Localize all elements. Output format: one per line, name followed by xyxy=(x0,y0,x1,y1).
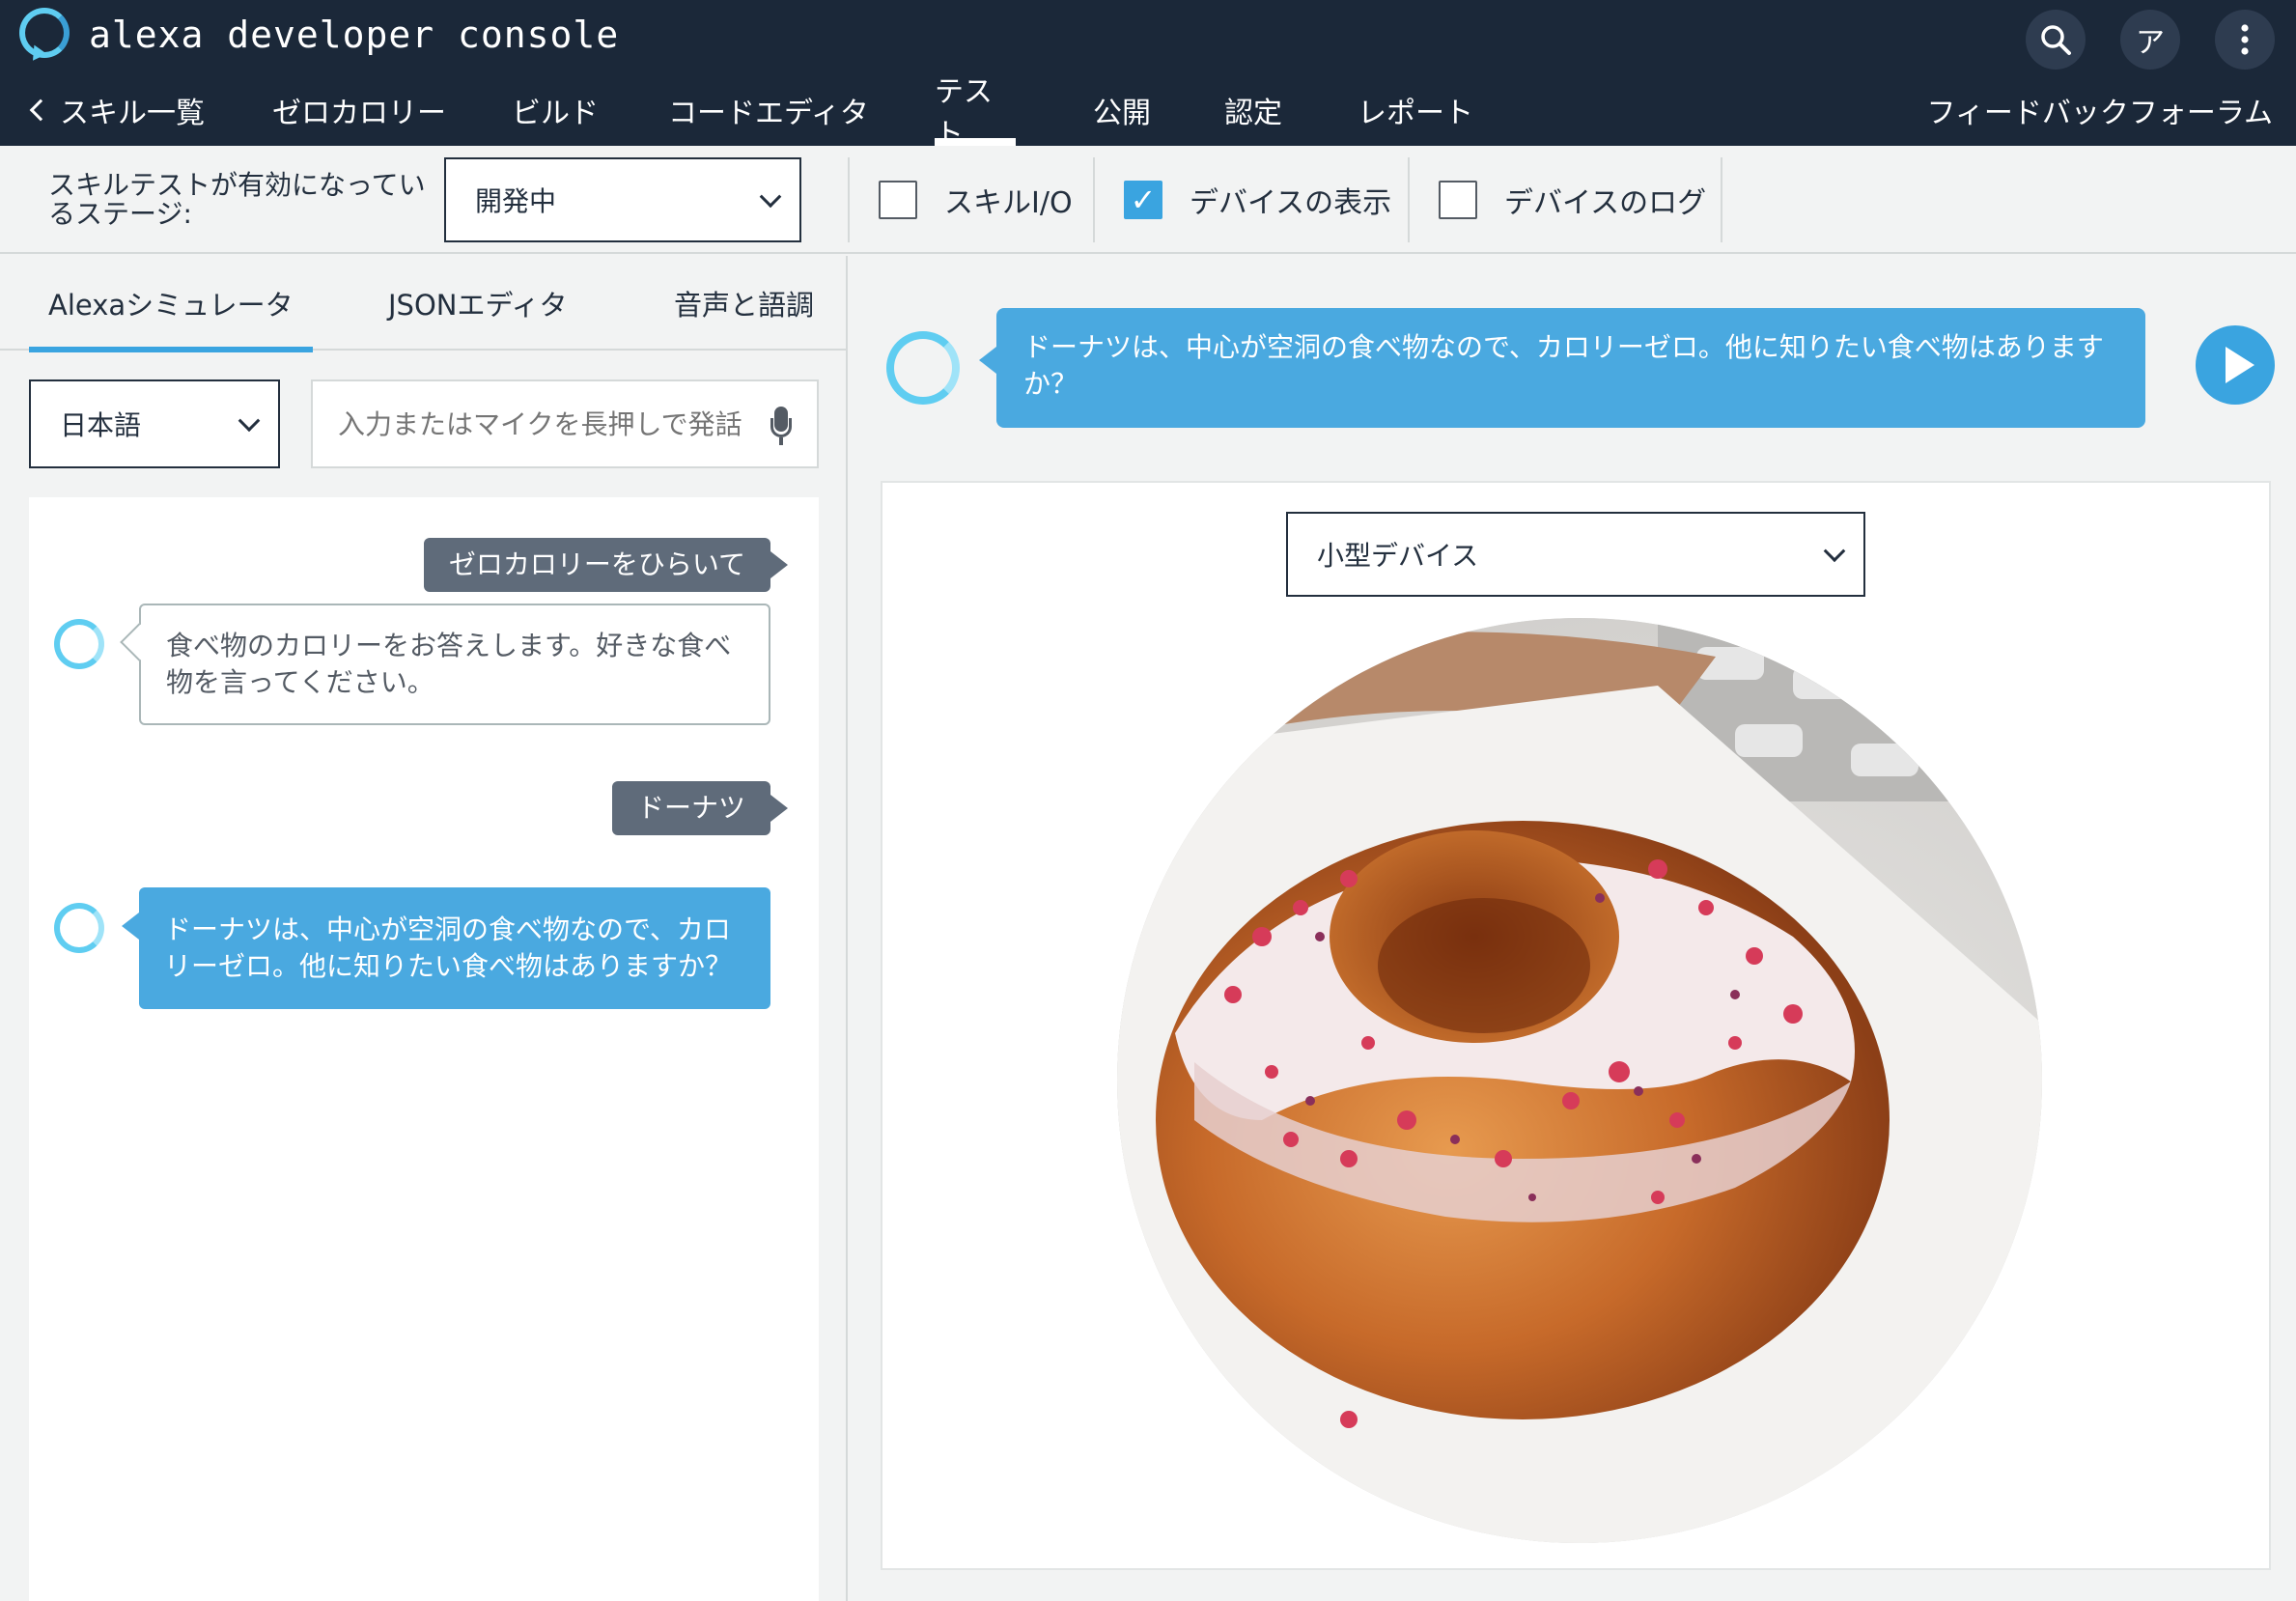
tab-label: Alexaシミュレータ xyxy=(48,289,294,322)
chevron-down-icon xyxy=(238,409,261,433)
nav-label: ゼロカロリー xyxy=(272,96,446,130)
nav-certification[interactable]: 認定 xyxy=(1224,73,1282,146)
device-select-value: 小型デバイス xyxy=(1317,540,1479,572)
device-display-panel: ドーナツは、中心が空洞の食べ物なので、カロリーゼロ。他に知りたい食べ物はあります… xyxy=(850,256,2296,1601)
stage-select-value: 開発中 xyxy=(475,185,557,217)
checkbox-device-log[interactable]: デバイスのログ xyxy=(1439,146,1706,254)
tab-label: JSONエディタ xyxy=(388,289,568,322)
alexa-avatar-icon xyxy=(54,903,104,953)
device-select[interactable]: 小型デバイス xyxy=(1286,512,1865,597)
simulator-panel: Alexaシミュレータ JSONエディタ 音声と語調 日本語 ゼロカロリーをひら… xyxy=(0,256,848,1601)
tab-json-editor[interactable]: JSONエディタ xyxy=(388,256,567,351)
stage-select[interactable]: 開発中 xyxy=(444,157,801,242)
checkbox-label: スキルI/O xyxy=(944,186,1073,220)
search-icon[interactable] xyxy=(2026,10,2086,70)
nav-label: 公開 xyxy=(1093,96,1151,130)
tab-label: 音声と語調 xyxy=(674,289,815,322)
checkbox-label: デバイスの表示 xyxy=(1190,186,1392,220)
alexa-response-bubble: ドーナツは、中心が空洞の食べ物なので、カロリーゼロ。他に知りたい食べ物はあります… xyxy=(979,308,2145,428)
alexa-logo-icon xyxy=(19,8,70,58)
microphone-icon[interactable] xyxy=(770,407,792,445)
message-text: ゼロカロリーをひらいて xyxy=(448,548,745,580)
chevron-down-icon xyxy=(759,185,782,209)
nav-build[interactable]: ビルド xyxy=(512,73,599,146)
alexa-avatar-icon xyxy=(54,619,104,669)
chevron-down-icon xyxy=(1823,540,1846,563)
checkbox-skill-io[interactable]: スキルI/O xyxy=(879,146,1073,254)
utterance-input-box[interactable] xyxy=(311,379,819,468)
tab-alexa-simulator[interactable]: Alexaシミュレータ xyxy=(29,256,313,352)
main-nav: スキル一覧 ゼロカロリー ビルド コードエディタ テスト 公開 認定 レポート … xyxy=(0,73,2296,152)
user-message: ゼロカロリーをひらいて xyxy=(423,538,770,592)
nav-label: ビルド xyxy=(512,96,599,130)
nav-skill-list[interactable]: スキル一覧 xyxy=(29,73,205,146)
language-select[interactable]: 日本語 xyxy=(29,379,280,468)
app-title: alexa developer console xyxy=(89,14,620,56)
simulator-tabs: Alexaシミュレータ JSONエディタ 音声と語調 xyxy=(0,256,848,352)
chevron-left-icon xyxy=(29,98,52,121)
divider xyxy=(1093,157,1095,242)
message-text: ドーナツ xyxy=(636,792,745,824)
device-screen: 小型デバイス xyxy=(881,481,2271,1570)
donut-image xyxy=(1117,618,2042,1543)
test-toolbar: スキルテストが有効になっているステージ: 開発中 スキルI/O ✓ デバイスの表… xyxy=(0,146,2296,254)
response-text: ドーナツは、中心が空洞の食べ物なので、カロリーゼロ。他に知りたい食べ物はあります… xyxy=(1023,331,2104,400)
message-text: ドーナツは、中心が空洞の食べ物なので、カロリーゼロ。他に知りたい食べ物はあります… xyxy=(164,913,733,982)
divider xyxy=(848,157,850,242)
nav-label: テスト xyxy=(935,74,993,152)
message-text: 食べ物のカロリーをお答えします。好きな食べ物を言ってください。 xyxy=(166,630,732,698)
nav-skill-name[interactable]: ゼロカロリー xyxy=(272,73,446,146)
donut-photo xyxy=(1117,618,2042,1543)
alexa-message: 食べ物のカロリーをお答えします。好きな食べ物を言ってください。 xyxy=(139,604,770,725)
nav-label: 認定 xyxy=(1224,96,1282,130)
nav-code-editor[interactable]: コードエディタ xyxy=(668,73,869,146)
language-value: 日本語 xyxy=(60,409,142,441)
nav-label: レポート xyxy=(1358,96,1473,130)
header-actions: ア xyxy=(2026,10,2275,70)
checkbox-box[interactable] xyxy=(879,181,917,219)
avatar-icon[interactable]: ア xyxy=(2120,10,2180,70)
tab-voice-tone[interactable]: 音声と語調 xyxy=(674,256,814,351)
top-header: alexa developer console ア スキル一覧 ゼロカロリー ビ… xyxy=(0,0,2296,152)
checkbox-label: デバイスのログ xyxy=(1504,186,1707,220)
checkbox-box[interactable] xyxy=(1439,181,1477,219)
feedback-forum-link[interactable]: フィードバックフォーラム xyxy=(1927,73,2274,146)
more-vertical-icon[interactable] xyxy=(2215,10,2275,70)
nav-label: スキル一覧 xyxy=(60,96,205,130)
nav-label: コードエディタ xyxy=(668,96,869,130)
utterance-input[interactable] xyxy=(338,407,743,440)
check-icon[interactable]: ✓ xyxy=(1124,181,1162,219)
nav-report[interactable]: レポート xyxy=(1358,73,1473,146)
alexa-avatar-icon xyxy=(886,331,960,405)
divider xyxy=(1408,157,1410,242)
alexa-message-latest: ドーナツは、中心が空洞の食べ物なので、カロリーゼロ。他に知りたい食べ物はあります… xyxy=(122,887,770,1009)
chat-transcript: ゼロカロリーをひらいて 食べ物のカロリーをお答えします。好きな食べ物を言ってくだ… xyxy=(29,497,819,1601)
checkbox-device-display[interactable]: ✓ デバイスの表示 xyxy=(1124,146,1391,254)
user-message: ドーナツ xyxy=(611,781,770,835)
divider xyxy=(1721,157,1722,242)
stage-label: スキルテストが有効になっているステージ: xyxy=(48,169,426,230)
play-icon[interactable] xyxy=(2196,325,2275,405)
nav-test[interactable]: テスト xyxy=(935,73,1016,152)
nav-publish[interactable]: 公開 xyxy=(1093,73,1151,146)
